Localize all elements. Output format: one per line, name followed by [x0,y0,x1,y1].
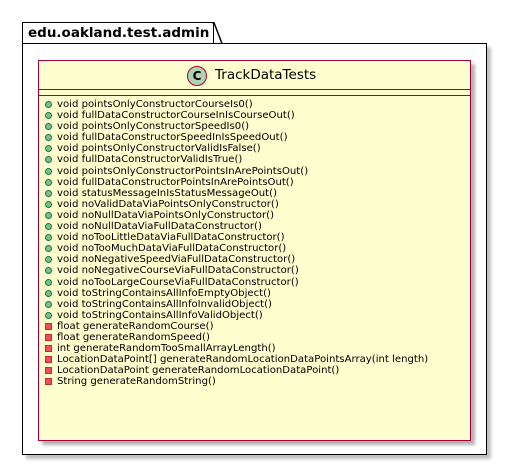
method-signature: void pointsOnlyConstructorPointsInArePoi… [57,165,309,177]
private-visibility-icon [45,378,52,386]
method-row: void noNegativeCourseViaFullDataConstruc… [45,265,466,276]
method-signature: void noNullDataViaFullDataConstructor() [57,221,262,233]
method-signature: void noTooLittleDataViaFullDataConstruct… [57,232,285,244]
stereotype-letter: C [192,69,202,83]
methods-separator [39,95,470,96]
public-visibility-icon [45,189,52,197]
method-signature: void fullDataConstructorValidIsTrue() [57,154,243,166]
method-signature: LocationDataPoint[] generateRandomLocati… [57,354,429,366]
method-signature: void toStringContainsAllInfoEmptyObject(… [57,287,271,299]
private-visibility-icon [45,356,52,364]
public-visibility-icon [45,245,52,253]
method-signature: void statusMessageInIsStatusMessageOut() [57,187,278,199]
public-visibility-icon [45,156,52,164]
method-row: void noNegativeSpeedViaFullDataConstruct… [45,254,466,265]
method-row: void statusMessageInIsStatusMessageOut() [45,188,466,199]
private-visibility-icon [45,367,52,375]
method-signature: void noTooLargeCourseViaFullDataConstruc… [57,276,299,288]
public-visibility-icon [45,223,52,231]
method-row: void fullDataConstructorValidIsTrue() [45,154,466,165]
method-signature: int generateRandomTooSmallArrayLength() [57,343,276,355]
method-signature: void pointsOnlyConstructorValidIsFalse() [57,143,261,155]
public-visibility-icon [45,300,52,308]
class-header: C TrackDataTests [39,61,470,89]
package-tab-corner [212,22,223,44]
method-row: void fullDataConstructorPointsInArePoint… [45,177,466,188]
private-visibility-icon [45,345,52,353]
public-visibility-icon [45,178,52,186]
method-signature: float generateRandomSpeed() [57,331,210,343]
method-signature: void fullDataConstructorPointsInArePoint… [57,176,294,188]
class-stereotype-icon: C [187,66,207,86]
method-signature: void noNullDataViaPointsOnlyConstructor(… [57,209,275,221]
method-signature: void pointsOnlyConstructorCourseIs0() [57,99,253,110]
method-row: void fullDataConstructorCourseInIsCourse… [45,110,466,121]
public-visibility-icon [45,112,52,120]
method-signature: void toStringContainsAllInfoInvalidObjec… [57,298,272,310]
public-visibility-icon [45,145,52,153]
method-row: String generateRandomString() [45,376,466,387]
method-row: void pointsOnlyConstructorPointsInArePoi… [45,166,466,177]
public-visibility-icon [45,211,52,219]
attributes-separator [39,89,470,90]
method-row: void toStringContainsAllInfoInvalidObjec… [45,299,466,310]
method-row: void noValidDataViaPointsOnlyConstructor… [45,199,466,210]
method-row: void toStringContainsAllInfoEmptyObject(… [45,288,466,299]
package-tab: edu.oakland.test.admin [22,22,214,44]
method-row: void pointsOnlyConstructorCourseIs0() [45,99,466,110]
method-row: void noNullDataViaPointsOnlyConstructor(… [45,210,466,221]
public-visibility-icon [45,278,52,286]
methods-list: void pointsOnlyConstructorCourseIs0() voi… [45,99,466,387]
method-row: void toStringContainsAllInfoValidObject(… [45,310,466,321]
method-row: void noTooLittleDataViaFullDataConstruct… [45,232,466,243]
method-signature: void noTooMuchDataViaFullDataConstructor… [57,243,287,255]
method-signature: String generateRandomString() [57,376,216,388]
method-row: float generateRandomCourse() [45,321,466,332]
method-row: LocationDataPoint generateRandomLocation… [45,365,466,376]
method-row: float generateRandomSpeed() [45,332,466,343]
method-signature: void noNegativeCourseViaFullDataConstruc… [57,265,299,277]
public-visibility-icon [45,311,52,319]
method-signature: void fullDataConstructorCourseInIsCourse… [57,110,295,122]
method-signature: float generateRandomCourse() [57,320,214,332]
method-signature: void pointsOnlyConstructorSpeedIs0() [57,121,250,133]
public-visibility-icon [45,167,52,175]
method-row: void noTooLargeCourseViaFullDataConstruc… [45,277,466,288]
package-name: edu.oakland.test.admin [28,25,210,41]
method-signature: void toStringContainsAllInfoValidObject(… [57,309,263,321]
method-signature: void noNegativeSpeedViaFullDataConstruct… [57,254,296,266]
method-row: int generateRandomTooSmallArrayLength() [45,343,466,354]
method-row: void noNullDataViaFullDataConstructor() [45,221,466,232]
private-visibility-icon [45,322,52,330]
method-row: void pointsOnlyConstructorValidIsFalse() [45,143,466,154]
method-signature: void noValidDataViaPointsOnlyConstructor… [57,198,279,210]
method-signature: void fullDataConstructorSpeedInIsSpeedOu… [57,132,288,144]
method-row: void fullDataConstructorSpeedInIsSpeedOu… [45,132,466,143]
public-visibility-icon [45,234,52,242]
method-row: void pointsOnlyConstructorSpeedIs0() [45,121,466,132]
public-visibility-icon [45,134,52,142]
public-visibility-icon [45,200,52,208]
public-visibility-icon [45,256,52,264]
class-name: TrackDataTests [215,67,317,83]
public-visibility-icon [45,123,52,131]
private-visibility-icon [45,333,52,341]
public-visibility-icon [45,267,52,275]
public-visibility-icon [45,101,52,108]
class-box[interactable]: C TrackDataTests void pointsOnlyConstruc… [38,60,471,441]
method-row: LocationDataPoint[] generateRandomLocati… [45,354,466,365]
public-visibility-icon [45,289,52,297]
method-signature: LocationDataPoint generateRandomLocation… [57,365,340,377]
method-row: void noTooMuchDataViaFullDataConstructor… [45,243,466,254]
